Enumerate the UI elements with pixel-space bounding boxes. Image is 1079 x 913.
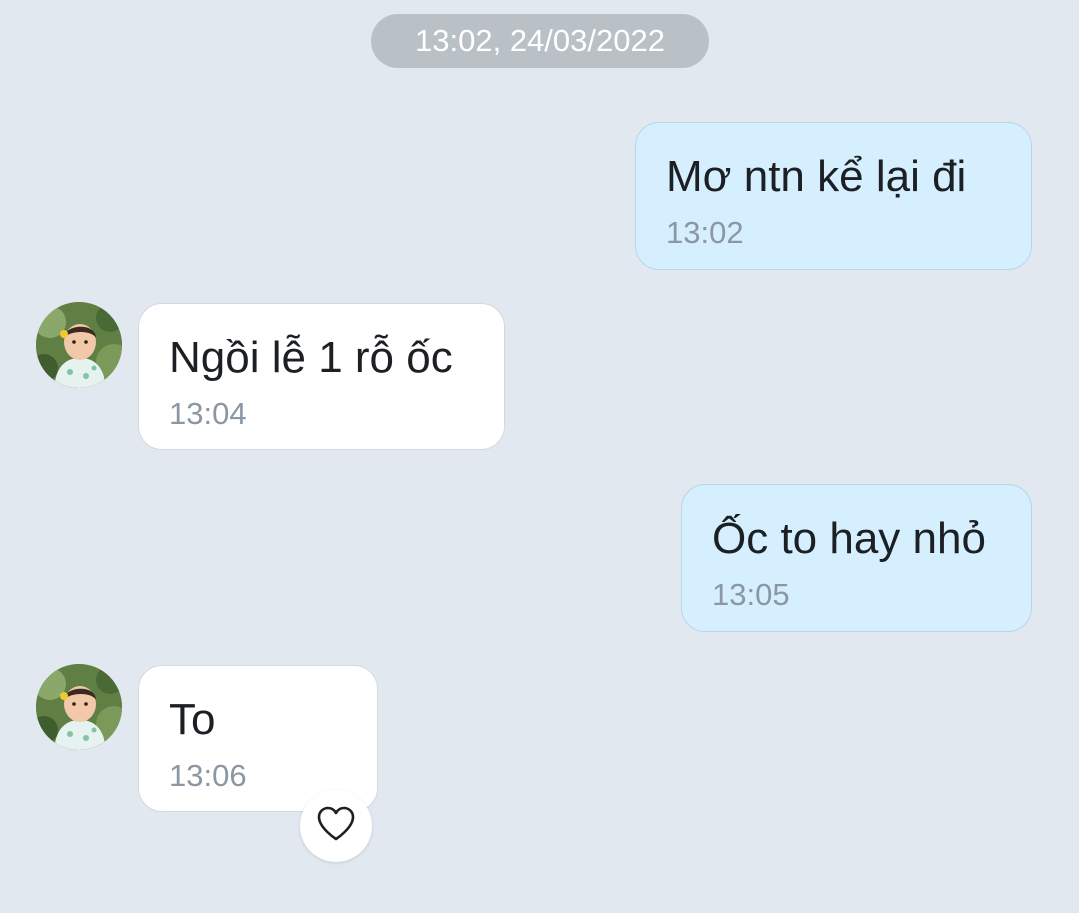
contact-avatar[interactable] <box>36 664 122 750</box>
outgoing-message-bubble[interactable]: Mơ ntn kể lại đi 13:02 <box>635 122 1032 270</box>
message-time: 13:04 <box>169 396 247 431</box>
heart-outline-icon <box>316 806 356 847</box>
avatar-photo <box>36 302 122 388</box>
outgoing-message-bubble[interactable]: Ốc to hay nhỏ 13:05 <box>681 484 1032 632</box>
message-text: To <box>169 695 216 744</box>
date-separator: 13:02, 24/03/2022 <box>371 14 709 68</box>
message-text: Ngồi lễ 1 rỗ ốc <box>169 333 453 382</box>
avatar-photo <box>36 664 122 750</box>
message-time: 13:02 <box>666 215 744 250</box>
react-button[interactable] <box>300 790 372 862</box>
contact-avatar[interactable] <box>36 302 122 388</box>
message-text: Ốc to hay nhỏ <box>712 514 986 563</box>
message-time: 13:06 <box>169 758 247 793</box>
incoming-message-bubble[interactable]: Ngồi lễ 1 rỗ ốc 13:04 <box>138 303 505 450</box>
message-text: Mơ ntn kể lại đi <box>666 152 967 201</box>
message-time: 13:05 <box>712 577 790 612</box>
